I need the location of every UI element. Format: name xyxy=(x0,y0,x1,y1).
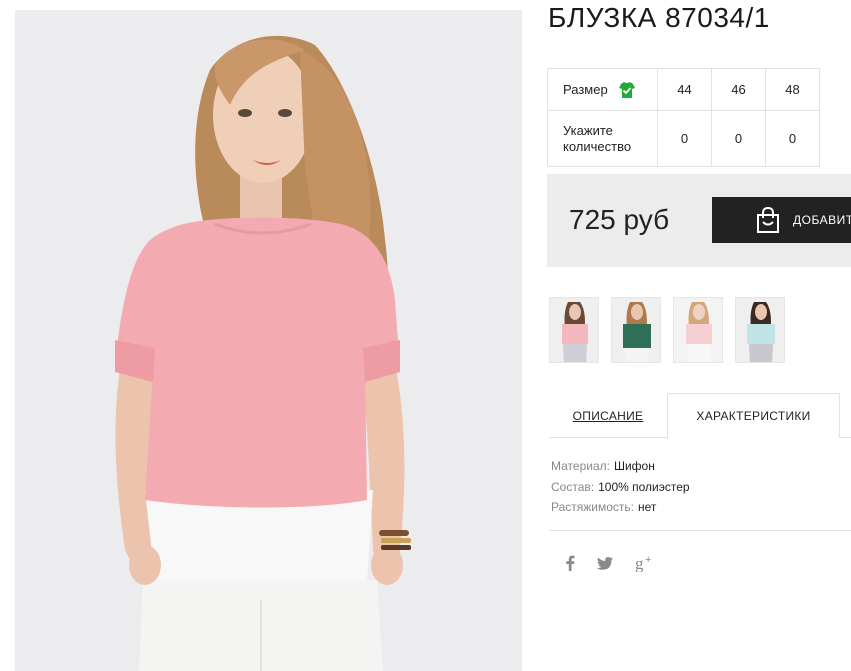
product-main-image[interactable] xyxy=(15,10,522,671)
tab-description[interactable]: ОПИСАНИЕ xyxy=(549,393,667,438)
twitter-icon[interactable] xyxy=(597,556,613,573)
characteristic-value: 100% полиэстер xyxy=(598,479,690,494)
svg-text:+: + xyxy=(645,554,651,566)
quantity-label-line1: Укажите xyxy=(563,122,613,138)
size-option-44[interactable]: 44 xyxy=(657,68,712,111)
thumbnail-pink[interactable] xyxy=(549,297,599,363)
size-label-cell: Размер xyxy=(547,68,658,111)
product-title: БЛУЗКА 87034/1 xyxy=(548,2,770,33)
characteristic-key: Состав: xyxy=(551,479,595,494)
google-plus-icon[interactable]: g + xyxy=(635,554,655,575)
add-to-cart-button[interactable]: ДОБАВИТ xyxy=(712,197,851,243)
model-illustration xyxy=(15,10,522,671)
characteristic-row: Растяжимость: нет xyxy=(551,497,690,518)
characteristic-key: Материал: xyxy=(551,459,610,473)
size-option-46[interactable]: 46 xyxy=(711,68,766,111)
characteristic-row: Состав: 100% полиэстер xyxy=(551,477,690,498)
characteristic-value: Шифон xyxy=(613,459,655,473)
characteristic-row: Материал: Шифон xyxy=(551,456,690,477)
shopping-bag-icon xyxy=(754,206,782,237)
thumbnail-green[interactable] xyxy=(611,297,661,363)
quantity-label-cell: Укажите количество xyxy=(547,110,658,167)
color-thumbnails xyxy=(549,297,785,363)
quantity-label-line2: количество xyxy=(563,138,632,154)
size-label: Размер xyxy=(563,82,608,97)
characteristic-value: нет xyxy=(638,500,657,514)
tab-characteristics[interactable]: ХАРАКТЕРИСТИКИ xyxy=(667,393,840,438)
thumbnail-light-pink[interactable] xyxy=(673,297,723,363)
product-tabs: ОПИСАНИЕ ХАРАКТЕРИСТИКИ xyxy=(549,393,851,438)
active-tab-gap xyxy=(668,437,839,439)
price-panel: 725 руб ДОБАВИТ xyxy=(547,174,851,267)
characteristics-list: Материал: Шифон Состав: 100% полиэстер Рас… xyxy=(551,456,690,518)
svg-text:g: g xyxy=(635,554,644,572)
quantity-input-46[interactable]: 0 xyxy=(711,110,766,167)
add-to-cart-label: ДОБАВИТ xyxy=(793,213,851,227)
social-share: g + xyxy=(565,554,655,575)
size-quantity-table: Размер 44 46 48 Укажите количество 0 0 0 xyxy=(547,68,820,167)
section-divider xyxy=(549,530,851,531)
quantity-row: Укажите количество 0 0 0 xyxy=(547,110,820,167)
size-row: Размер 44 46 48 xyxy=(547,68,820,111)
quantity-input-44[interactable]: 0 xyxy=(657,110,712,167)
price: 725 руб xyxy=(569,204,670,235)
thumbnail-mint[interactable] xyxy=(735,297,785,363)
size-option-48[interactable]: 48 xyxy=(765,68,820,111)
facebook-icon[interactable] xyxy=(565,555,575,574)
size-chart-icon[interactable] xyxy=(618,81,636,99)
quantity-input-48[interactable]: 0 xyxy=(765,110,820,167)
characteristic-key: Растяжимость: xyxy=(551,500,635,514)
